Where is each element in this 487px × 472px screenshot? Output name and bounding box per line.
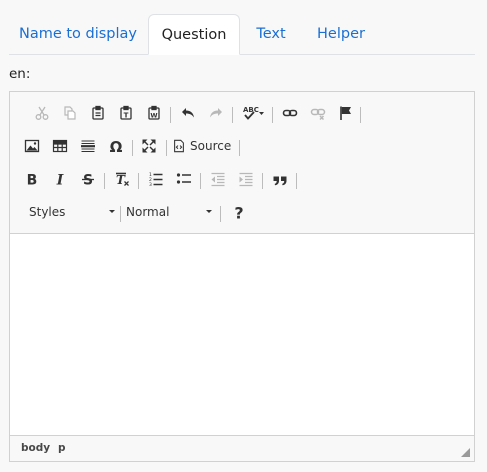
- tab-text[interactable]: Text: [246, 14, 296, 55]
- toolbar-separator: [104, 173, 105, 189]
- tab-label: Helper: [317, 26, 365, 42]
- editor-toolbar: T W ABC Ω Source B I S T 1 2 3 Styles No…: [10, 92, 474, 234]
- svg-text:T: T: [124, 112, 129, 120]
- svg-text:?: ?: [234, 204, 243, 220]
- table-icon[interactable]: [48, 134, 72, 158]
- italic-icon[interactable]: I: [48, 167, 72, 191]
- tab-label: Name to display: [18, 26, 138, 42]
- editor-content-area[interactable]: [10, 235, 474, 435]
- image-icon[interactable]: [20, 134, 44, 158]
- toolbar-separator: [239, 140, 240, 156]
- numbered-list-icon[interactable]: 123: [144, 167, 168, 191]
- svg-text:B: B: [27, 173, 38, 188]
- indent-icon[interactable]: [234, 167, 258, 191]
- redo-icon[interactable]: [204, 101, 228, 125]
- bulleted-list-icon[interactable]: [172, 167, 196, 191]
- outdent-icon[interactable]: [206, 167, 230, 191]
- path-element-p[interactable]: p: [58, 442, 66, 454]
- toolbar-separator: [220, 206, 221, 222]
- svg-text:Ω: Ω: [110, 138, 123, 154]
- tab-question[interactable]: Question: [148, 14, 240, 55]
- horizontal-rule-icon[interactable]: [76, 134, 100, 158]
- tab-bar: Name to display Question Text Helper: [9, 14, 475, 55]
- paste-word-icon[interactable]: W: [142, 101, 166, 125]
- link-icon[interactable]: [278, 101, 302, 125]
- anchor-icon[interactable]: [334, 101, 358, 125]
- styles-dropdown[interactable]: Styles: [29, 200, 119, 224]
- format-dropdown-label: Normal: [126, 205, 170, 219]
- svg-text:ABC: ABC: [243, 106, 259, 114]
- rich-text-editor: T W ABC Ω Source B I S T 1 2 3 Styles No…: [9, 91, 475, 462]
- format-dropdown[interactable]: Normal: [126, 200, 216, 224]
- maximize-icon[interactable]: [137, 134, 161, 158]
- toolbar-separator: [138, 173, 139, 189]
- source-icon: [174, 139, 184, 153]
- remove-format-icon[interactable]: T: [110, 167, 134, 191]
- styles-dropdown-label: Styles: [29, 205, 66, 219]
- chevron-down-icon: [109, 210, 115, 213]
- toolbar-separator: [272, 107, 273, 123]
- svg-text:W: W: [150, 112, 157, 120]
- source-button[interactable]: Source: [172, 134, 231, 158]
- path-element-body[interactable]: body: [21, 442, 50, 454]
- toolbar-separator: [200, 173, 201, 189]
- unlink-icon[interactable]: [306, 101, 330, 125]
- svg-text:3: 3: [149, 182, 152, 187]
- toolbar-separator: [360, 107, 361, 123]
- language-label: en:: [9, 66, 31, 82]
- spellcheck-icon[interactable]: ABC: [238, 101, 270, 125]
- tab-label: Text: [256, 26, 286, 42]
- help-icon[interactable]: ?: [227, 200, 251, 224]
- toolbar-separator: [262, 173, 263, 189]
- paste-icon[interactable]: [86, 101, 110, 125]
- tab-label: Question: [161, 27, 227, 43]
- tab-helper[interactable]: Helper: [306, 14, 376, 55]
- toolbar-separator: [232, 107, 233, 123]
- source-label: Source: [190, 139, 232, 153]
- tab-name-to-display[interactable]: Name to display: [9, 14, 147, 55]
- blockquote-icon[interactable]: [268, 167, 292, 191]
- bold-icon[interactable]: B: [20, 167, 44, 191]
- copy-icon[interactable]: [58, 101, 82, 125]
- resize-handle-icon[interactable]: [461, 448, 470, 457]
- toolbar-separator: [120, 206, 121, 222]
- toolbar-separator: [296, 173, 297, 189]
- chevron-down-icon: [206, 210, 212, 213]
- cut-icon[interactable]: [30, 101, 54, 125]
- special-char-icon[interactable]: Ω: [104, 134, 128, 158]
- editor-statusbar: body p: [10, 435, 474, 461]
- undo-icon[interactable]: [176, 101, 200, 125]
- toolbar-separator: [170, 107, 171, 123]
- toolbar-separator: [166, 140, 167, 156]
- paste-text-icon[interactable]: T: [114, 101, 138, 125]
- strike-icon[interactable]: S: [76, 167, 100, 191]
- toolbar-separator: [132, 140, 133, 156]
- svg-text:I: I: [56, 173, 64, 188]
